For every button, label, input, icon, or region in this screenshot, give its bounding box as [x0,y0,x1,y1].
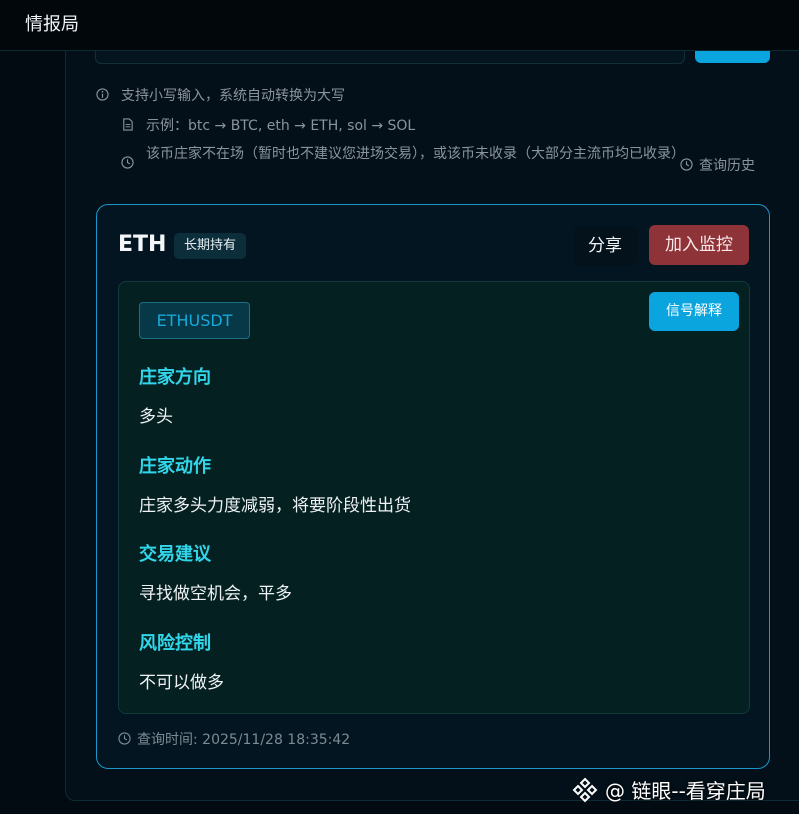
info-icon [96,88,109,101]
share-button[interactable]: 分享 [573,226,637,266]
holding-badge: 长期持有 [174,233,247,259]
section-title-direction: 庄家方向 [139,367,211,388]
top-bar: 情报局 [0,0,799,51]
add-monitor-button[interactable]: 加入监控 [649,225,749,265]
tip-example-text: 示例：btc → BTC, eth → ETH, sol → SOL [146,118,416,134]
trading-pair-tag: ETHUSDT [139,302,250,339]
result-card: ETH 长期持有 分享 加入监控 ETHUSDT 信号解释 庄家方向 多头 庄家… [96,204,770,769]
query-time-text: 查询时间: 2025/11/28 18:35:42 [137,732,351,748]
clock-icon [680,158,693,171]
section-body-action: 庄家多头力度减弱，将要阶段性出货 [139,496,411,516]
section-body-risk: 不可以做多 [139,673,224,693]
diamond-logo-icon [572,777,598,803]
tip-warning-text: 该币庄家不在场（暂时也不建议您进场交易），或该币未收录（大部分主流币均已收录） [146,146,685,162]
clock-icon [121,156,134,169]
document-icon [123,118,133,131]
section-title-action: 庄家动作 [139,456,211,477]
section-title-advice: 交易建议 [139,544,211,565]
section-body-direction: 多头 [139,407,173,427]
clock-icon [118,732,131,745]
coin-symbol: ETH [118,232,167,257]
query-history-label: 查询历史 [699,158,755,174]
section-body-advice: 寻找做空机会，平多 [139,584,292,604]
section-title-risk: 风险控制 [139,633,211,654]
tip-lowercase-text: 支持小写输入，系统自动转换为大写 [121,88,345,104]
signal-panel: ETHUSDT 信号解释 庄家方向 多头 庄家动作 庄家多头力度减弱，将要阶段性… [118,281,750,714]
signal-explain-button[interactable]: 信号解释 [649,292,739,331]
watermark-text: @ 链眼--看穿庄局 [605,779,766,803]
app-title: 情报局 [25,14,79,35]
